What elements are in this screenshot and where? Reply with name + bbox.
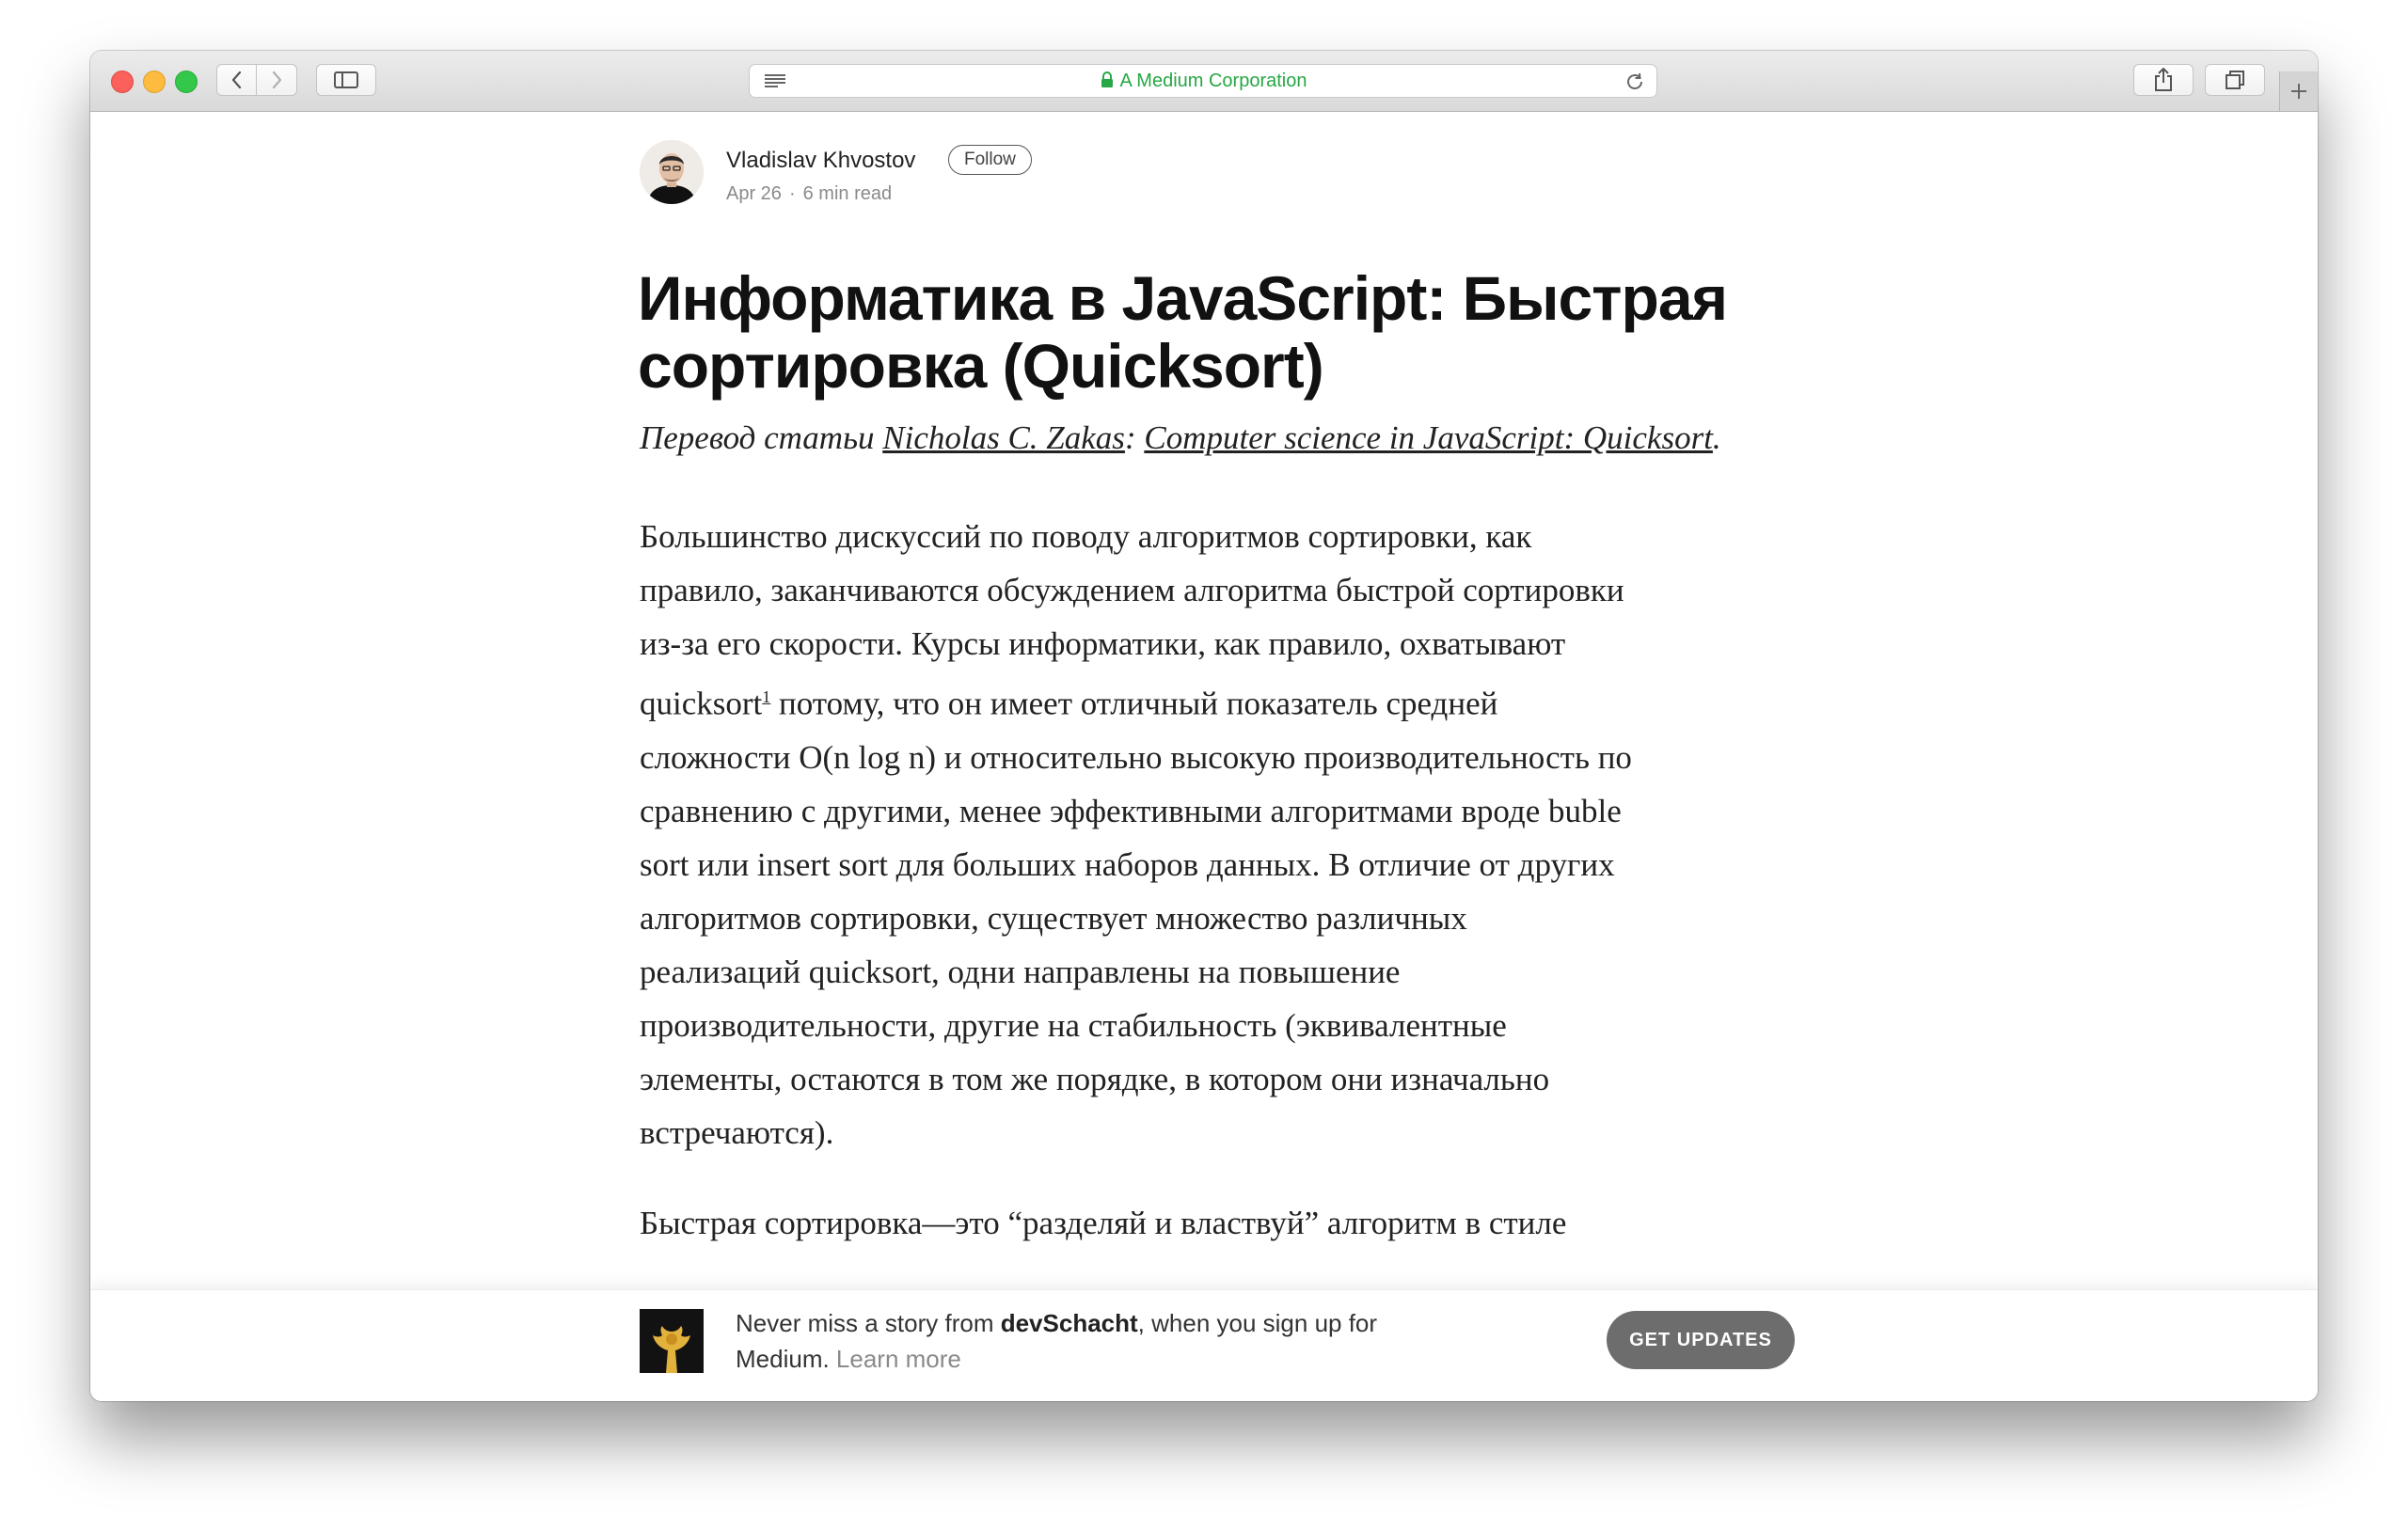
sidebar-button[interactable]	[316, 64, 376, 96]
author-name[interactable]: Vladislav Khvostov	[726, 148, 915, 174]
publication-logo[interactable]	[640, 1309, 704, 1373]
address-text: A Medium Corporation	[750, 65, 1656, 97]
signup-banner: Never miss a story from devSchacht, when…	[90, 1289, 2318, 1401]
close-window-button[interactable]	[111, 71, 134, 93]
share-button[interactable]	[2133, 64, 2194, 96]
paragraph-1: Большинство дискуссий по поводу алгоритм…	[640, 510, 1778, 1159]
minimize-window-button[interactable]	[143, 71, 166, 93]
p1-line-9: реализаций quicksort, одни направлены на…	[640, 953, 1401, 990]
forward-button[interactable]	[257, 64, 297, 96]
p1-line-2: правило, заканчиваются обсуждением алгор…	[640, 572, 1624, 608]
subtitle-end: .	[1712, 419, 1721, 456]
history-nav	[216, 64, 297, 96]
new-tab-button[interactable]	[2279, 71, 2318, 111]
browser-toolbar: A Medium Corporation	[90, 51, 2318, 112]
title-line-2: сортировка (Quicksort)	[638, 331, 1324, 401]
learn-more-link[interactable]: Learn more	[836, 1345, 961, 1373]
plus-icon	[2291, 84, 2306, 99]
p1-line-6: сравнению с другими, менее эффективными …	[640, 792, 1622, 829]
publication-name[interactable]: devSchacht	[1001, 1309, 1138, 1337]
p1-line-5: сложности O(n log n) и относительно высо…	[640, 738, 1632, 776]
subtitle-colon: :	[1124, 419, 1145, 456]
post-date[interactable]: Apr 26	[726, 183, 782, 204]
p1-line-11: элементы, остаются в том же порядке, в к…	[640, 1060, 1550, 1097]
back-button[interactable]	[216, 64, 257, 96]
follow-button[interactable]: Follow	[948, 145, 1032, 175]
signup-text-c: Medium.	[736, 1345, 836, 1373]
p1-line-10: производительности, другие на стабильнос…	[640, 1006, 1507, 1044]
original-author-link[interactable]: Nicholas C. Zakas	[882, 419, 1125, 456]
original-article-link[interactable]: Computer science in JavaScript: Quicksor…	[1144, 419, 1713, 456]
p1-line-7: sort или insert sort для больших наборов…	[640, 845, 1615, 883]
page-content: Vladislav Khvostov Follow Apr 26 · 6 min r…	[90, 112, 2318, 1334]
avatar-portrait	[640, 140, 704, 204]
p1-line-3: из-за его скорости. Курсы информатики, к…	[640, 625, 1566, 662]
browser-window: A Medium Corporation Vladislav Khvostov …	[90, 51, 2318, 1401]
title-line-1: Информатика в JavaScript: Быстрая	[638, 263, 1728, 333]
article-title: Информатика в JavaScript: Быстрая сортир…	[638, 264, 1795, 400]
read-time: 6 min read	[802, 183, 893, 204]
paragraph-2: Быстрая сортировка—это “разделяй и власт…	[640, 1196, 1778, 1250]
p1-line-1: Большинство дискуссий по поводу алгоритм…	[640, 518, 1532, 555]
reload-icon[interactable]	[1624, 71, 1645, 92]
address-bar[interactable]: A Medium Corporation	[749, 64, 1657, 98]
signup-text-b: , when you sign up for	[1137, 1309, 1378, 1337]
publication-logo-art	[640, 1309, 704, 1373]
tabs-icon	[2226, 71, 2244, 89]
post-meta: Apr 26 · 6 min read	[726, 183, 892, 205]
forward-chevron-icon	[272, 71, 282, 89]
signup-message: Never miss a story from devSchacht, when…	[736, 1305, 1507, 1377]
lock-icon	[1101, 71, 1113, 87]
subtitle-prefix: Перевод статьи	[640, 419, 883, 456]
author-avatar[interactable]	[640, 140, 704, 204]
article-subtitle: Перевод статьи Nicholas C. Zakas: Comput…	[640, 411, 1768, 465]
get-updates-button[interactable]: GET UPDATES	[1607, 1311, 1795, 1369]
tabs-overview-button[interactable]	[2205, 64, 2265, 96]
p2-line-1: Быстрая сортировка—это “разделяй и власт…	[640, 1205, 1567, 1241]
back-chevron-icon	[231, 71, 241, 89]
p1-line-8: алгоритмов сортировки, существует множес…	[640, 899, 1467, 937]
p1-line-4b: потому, что он имеет отличный показатель…	[770, 685, 1498, 722]
share-icon	[2155, 68, 2172, 91]
p1-line-12: встречаются).	[640, 1113, 834, 1151]
sidebar-icon	[334, 71, 358, 88]
site-identity: A Medium Corporation	[1119, 71, 1307, 91]
signup-text-a: Never miss a story from	[736, 1309, 1001, 1337]
p1-line-4a: quicksort	[640, 685, 763, 722]
footnote-link[interactable]: 1	[762, 687, 770, 706]
meta-separator: ·	[788, 183, 796, 204]
zoom-window-button[interactable]	[175, 71, 198, 93]
